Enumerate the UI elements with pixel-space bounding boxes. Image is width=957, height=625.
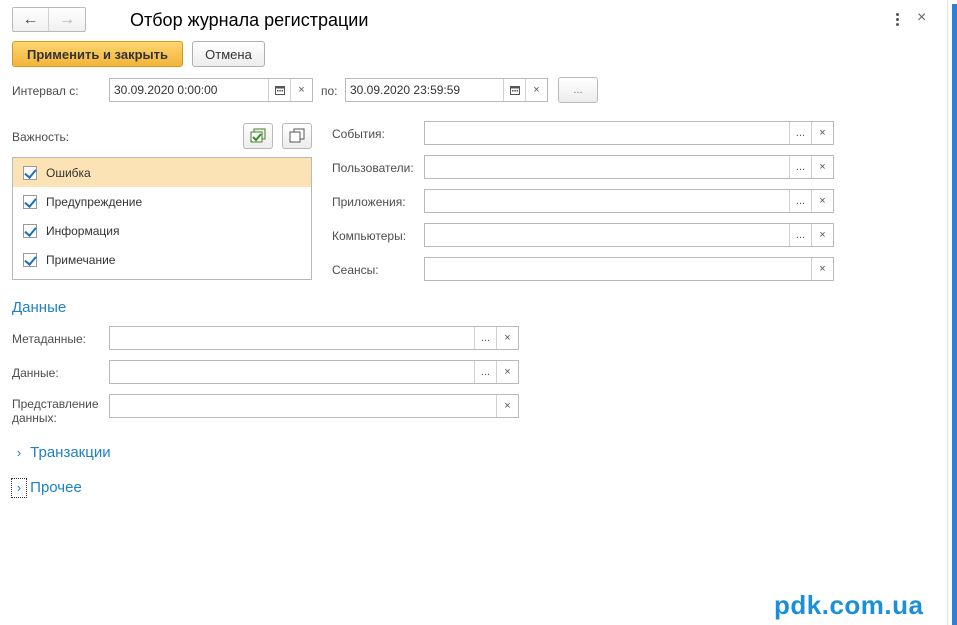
uncheck-all-button[interactable] [282,123,312,149]
calendar-icon[interactable] [503,79,525,101]
check-all-icon [250,128,266,143]
other-group-title: Прочее [30,479,82,496]
computers-input[interactable] [425,224,789,246]
users-label: Пользователи: [332,161,414,175]
watermark-text: pdk.com.ua [774,590,924,620]
chevron-right-icon: › [11,478,27,498]
calendar-icon[interactable] [268,79,290,101]
cancel-button[interactable]: Отмена [192,41,265,67]
interval-to-label: по: [321,84,338,98]
data-label: Данные: [12,366,59,380]
list-item-label: Информация [46,223,120,238]
clear-icon[interactable]: × [811,122,833,144]
sessions-label: Сеансы: [332,263,379,277]
metadata-field: ... × [109,326,519,350]
applications-label: Приложения: [332,195,406,209]
forward-arrow-icon[interactable]: → [49,8,85,31]
data-presentation-field: × [109,394,519,418]
choose-period-button[interactable]: ... [558,77,598,103]
users-field: ... × [424,155,834,179]
applications-field: ... × [424,189,834,213]
computers-field: ... × [424,223,834,247]
data-field: ... × [109,360,519,384]
checkbox-checked-icon[interactable] [23,194,37,209]
list-item-label: Примечание [46,252,116,267]
clear-icon[interactable]: × [811,156,833,178]
choose-button[interactable]: ... [789,224,811,246]
choose-button[interactable]: ... [789,190,811,212]
choose-button[interactable]: ... [789,156,811,178]
list-item[interactable]: Предупреждение [13,187,311,216]
interval-from-label: Интервал с: [12,84,79,98]
sessions-field: × [424,257,834,281]
interval-to-input[interactable]: 30.09.2020 23:59:59 [346,79,503,101]
check-all-button[interactable] [243,123,273,149]
clear-icon[interactable]: × [496,395,518,417]
clear-icon[interactable]: × [811,258,833,280]
clear-icon[interactable]: × [290,79,312,101]
other-group-toggle[interactable]: › Прочее [11,478,82,498]
choose-button[interactable]: ... [474,361,496,383]
checkbox-checked-icon[interactable] [23,223,37,238]
list-item[interactable]: Информация [13,216,311,245]
sessions-input[interactable] [425,258,811,280]
interval-from-field: 30.09.2020 0:00:00 × [109,78,313,102]
importance-list: Ошибка Предупреждение Информация Примеча… [12,157,312,280]
data-input[interactable] [110,361,474,383]
users-input[interactable] [425,156,789,178]
events-field: ... × [424,121,834,145]
clear-icon[interactable]: × [811,190,833,212]
checkbox-checked-icon[interactable] [23,165,37,180]
data-section-title: Данные [12,299,67,316]
close-window-icon[interactable]: × [917,7,926,29]
clear-icon[interactable]: × [496,361,518,383]
metadata-label: Метаданные: [12,332,87,346]
metadata-input[interactable] [110,327,474,349]
clear-icon[interactable]: × [496,327,518,349]
transactions-group-title: Транзакции [30,444,111,461]
interval-to-field: 30.09.2020 23:59:59 × [345,78,548,102]
navigation-group: ← → [12,7,86,32]
interval-from-input[interactable]: 30.09.2020 0:00:00 [110,79,268,101]
data-presentation-label-line1: Представление [12,397,99,411]
list-item[interactable]: Ошибка [13,158,311,187]
importance-label: Важность: [12,130,70,144]
data-presentation-label-line2: данных: [12,411,57,425]
clear-icon[interactable]: × [811,224,833,246]
computers-label: Компьютеры: [332,229,407,243]
window-title: Отбор журнала регистрации [130,10,369,30]
checkbox-checked-icon[interactable] [23,252,37,267]
events-input[interactable] [425,122,789,144]
transactions-group-toggle[interactable]: › Транзакции [12,444,111,462]
choose-button[interactable]: ... [789,122,811,144]
more-actions-icon[interactable] [891,10,903,28]
apply-and-close-button[interactable]: Применить и закрыть [12,41,183,67]
choose-button[interactable]: ... [474,327,496,349]
data-presentation-input[interactable] [110,395,496,417]
chevron-right-icon: › [16,445,22,460]
back-arrow-icon[interactable]: ← [13,8,49,31]
list-item[interactable]: Примечание [13,245,311,274]
list-item-label: Предупреждение [46,194,143,209]
window-accent-border [952,4,957,625]
uncheck-all-icon [289,128,305,143]
clear-icon[interactable]: × [525,79,547,101]
applications-input[interactable] [425,190,789,212]
events-label: События: [332,127,385,141]
list-item-label: Ошибка [46,165,91,180]
